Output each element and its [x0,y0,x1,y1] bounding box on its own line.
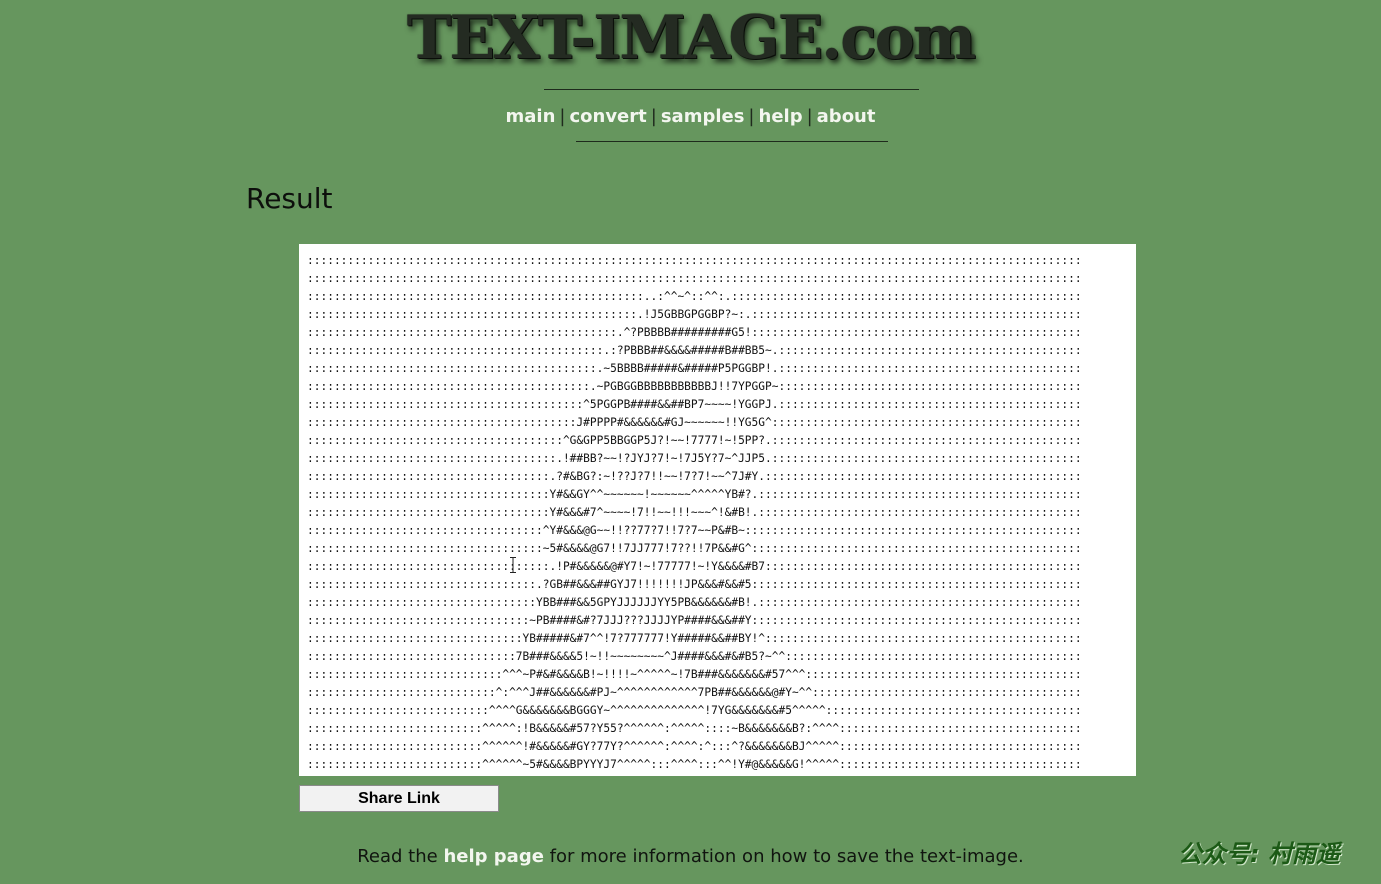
art-line: ::::::::::::::::::::::::::^^^^^^~5#&&&&B… [307,758,1082,771]
art-line: :::::::::::::::::::::::::::::::::::~5#&&… [307,542,1082,555]
art-line: :::::::::::::::::::::::::::::::::::^Y#&&… [307,524,1082,537]
nav-link-samples[interactable]: samples [661,106,745,127]
nav-separator: | [559,106,566,127]
nav-separator: | [748,106,755,127]
art-line: :::::::::::::::::::::::::::::::7B###&&&&… [307,650,1082,663]
art-line: ::::::::::::::::::::::::::::::::::::::::… [307,254,1082,267]
art-line: :::::::::::::::::::::::::::::::::~PB####… [307,614,1082,627]
art-line: ::::::::::::::::::::::::::::::::::::::::… [307,290,1082,303]
art-line: ::::::::::::::::::::::::::::::::::::::::… [307,416,1082,429]
help-page-link[interactable]: help page [443,846,543,867]
art-line: ::::::::::::::::::::::::::^^^^^^!#&&&&&#… [307,740,1082,753]
art-line: ::::::::::::::::::::::::::::::::::::Y#&&… [307,488,1082,501]
art-line: ::::::::::::::::::::::::::::::::::YBB###… [307,596,1082,609]
art-line: ::::::::::::::::::::::::::::::::::::::^G… [307,434,1082,447]
help-note: Read the help page for more information … [0,846,1381,867]
text-cursor-icon [510,557,516,573]
nav-divider-bottom [576,141,888,142]
art-line: :::::::::::::::::::::::::::::::::::::.!#… [307,452,1082,465]
result-heading: Result [246,182,333,215]
share-link-button[interactable]: Share Link [299,785,499,812]
art-line: ::::::::::::::::::::::::::::::::::::::::… [307,344,1082,357]
art-line: ::::::::::::::::::::::::::::::::::::.!P#… [307,560,1082,573]
text-image-panel[interactable]: ::::::::::::::::::::::::::::::::::::::::… [299,244,1136,776]
nav-link-convert[interactable]: convert [569,106,646,127]
nav-separator: | [650,106,657,127]
art-line: :::::::::::::::::::::::::::::^^^~P#&#&&&… [307,668,1082,681]
art-line: ::::::::::::::::::::::::::::::::::::::::… [307,326,1082,339]
art-line: ::::::::::::::::::::::::::::::::YB#####&… [307,632,1082,645]
art-line: ::::::::::::::::::::::::::::::::::::::::… [307,272,1082,285]
nav-divider-top [544,89,919,90]
art-line: ::::::::::::::::::::::::::::^:^^^J##&&&&… [307,686,1082,699]
art-line: ::::::::::::::::::::::::::::::::::::::::… [307,308,1082,321]
watermark-text: 公众号: 村雨遥 [1178,840,1340,868]
main-nav: main | convert | samples | help | about [0,104,1381,130]
art-line: ::::::::::::::::::::::::::::::::::::::::… [307,380,1082,393]
nav-link-about[interactable]: about [817,106,876,127]
site-logo[interactable]: TEXT-IMAGE.com [0,4,1381,72]
art-line: ::::::::::::::::::::::::::::::::::.?GB##… [307,578,1082,591]
help-note-prefix: Read the [357,846,444,867]
ascii-art-output[interactable]: ::::::::::::::::::::::::::::::::::::::::… [307,252,1082,774]
nav-link-help[interactable]: help [759,106,803,127]
art-line: ::::::::::::::::::::::::::::::::::::.?#&… [307,470,1082,483]
art-line: ::::::::::::::::::::::::::::::::::::::::… [307,398,1082,411]
art-line: :::::::::::::::::::::::::::^^^^G&&&&&&&B… [307,704,1082,717]
help-note-suffix: for more information on how to save the … [543,846,1024,867]
nav-link-main[interactable]: main [506,106,556,127]
art-line: ::::::::::::::::::::::::::^^^^^:!B&&&&&#… [307,722,1082,735]
nav-separator: | [806,106,813,127]
art-line: ::::::::::::::::::::::::::::::::::::::::… [307,362,1082,375]
art-line: ::::::::::::::::::::::::::::::::::::Y#&&… [307,506,1082,519]
